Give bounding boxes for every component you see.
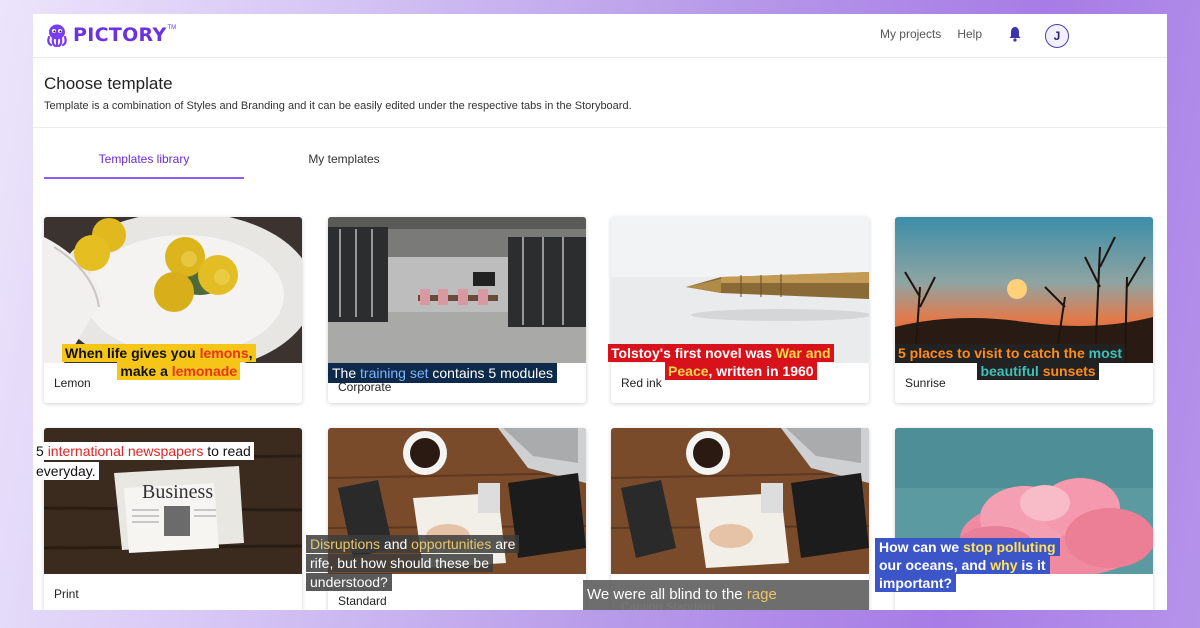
template-name: Caption Standard (621, 600, 715, 610)
caption-highlight: War and (775, 345, 831, 361)
caption-text: 5 places to visit to catch the (898, 345, 1089, 361)
template-name: Print (54, 587, 79, 601)
caption-highlight: training set (360, 365, 429, 381)
template-name: Corporate (338, 380, 392, 394)
top-bar: PICTORY TM My projects Help J (33, 14, 1167, 58)
template-card-print[interactable]: Business 5 international newspapers to r… (33, 428, 302, 610)
help-link[interactable]: Help (957, 27, 982, 41)
template-name: Lemon (54, 376, 91, 390)
caption-highlight: international newspapers (47, 443, 204, 459)
top-nav: My projects Help (880, 26, 1022, 42)
template-thumbnail (44, 217, 302, 363)
brand-name: PICTORY (73, 24, 167, 46)
caption-highlight: why (990, 557, 1018, 574)
template-card-caption-standard[interactable]: We were all blind to the rage Caption St… (583, 428, 869, 610)
caption-text: make a (120, 362, 172, 379)
app-window: PICTORY TM My projects Help J Choose tem… (33, 14, 1167, 610)
template-card-lemon[interactable]: When life gives you lemons, make a lemon… (44, 217, 302, 403)
template-name: Sunrise (905, 376, 946, 390)
page-header: Choose template Template is a combinatio… (33, 58, 1167, 128)
template-tabs: Templates library My templates (44, 144, 1144, 180)
caption-text: How can we (879, 539, 964, 555)
caption-highlight: Disruptions (310, 536, 381, 552)
caption-text: The (332, 365, 361, 381)
template-thumbnail (895, 217, 1153, 363)
caption-highlight: Peace (668, 362, 709, 379)
caption-text: rife, but how should these be (306, 553, 494, 572)
svg-text:Business: Business (142, 481, 213, 503)
template-card-red-ink[interactable]: Tolstoy's first novel was War and Peace,… (608, 217, 869, 403)
caption-highlight: lemons (199, 345, 249, 361)
template-thumbnail (611, 428, 869, 574)
my-projects-link[interactable]: My projects (880, 27, 941, 41)
template-name: Standard (338, 594, 387, 608)
page-title: Choose template (44, 74, 173, 93)
caption-highlight: most (1088, 345, 1123, 361)
caption-text: When life gives you (65, 345, 200, 361)
template-card-standard[interactable]: Disruptions and opportunities are rife, … (306, 428, 586, 610)
template-card-corporate[interactable]: The training set contains 5 modules Corp… (328, 217, 586, 403)
caption-preview: When life gives you lemons, make a lemon… (62, 344, 256, 380)
octopus-logo-icon (47, 24, 67, 48)
caption-text: , (248, 345, 253, 361)
caption-text: and (380, 536, 412, 552)
caption-text: 5 (36, 443, 48, 459)
caption-highlight: opportunities (411, 536, 492, 552)
caption-text: important? (875, 574, 957, 593)
caption-text: everyday. (33, 461, 99, 480)
caption-text: contains 5 modules (428, 365, 554, 381)
template-thumbnail (611, 217, 869, 363)
caption-preview: Tolstoy's first novel was War and Peace,… (608, 344, 834, 380)
caption-highlight: stop polluting (963, 539, 1056, 555)
caption-highlight: rage (746, 586, 777, 603)
brand-tm: TM (167, 25, 177, 31)
tab-templates-library[interactable]: Templates library (44, 152, 244, 166)
caption-preview: Disruptions and opportunities are rife, … (306, 535, 520, 592)
caption-preview: 5 places to visit to catch the most beau… (895, 344, 1126, 380)
caption-text: are (491, 536, 516, 552)
pictory-logo[interactable]: PICTORY TM (44, 22, 176, 48)
caption-text: our oceans, and (879, 557, 991, 574)
caption-highlight: sunsets (1042, 362, 1096, 379)
template-card-creative[interactable]: How can we stop polluting our oceans, an… (875, 428, 1153, 610)
caption-text: understood? (306, 572, 392, 591)
template-name: Red ink (621, 376, 662, 390)
caption-text: , written in 1960 (708, 362, 814, 379)
caption-highlight: beautiful (980, 362, 1039, 379)
tab-my-templates[interactable]: My templates (244, 152, 444, 166)
page-subtitle: Template is a combination of Styles and … (44, 100, 632, 112)
caption-text: Tolstoy's first novel was (611, 345, 776, 361)
caption-highlight: lemonade (171, 362, 238, 379)
avatar[interactable]: J (1045, 24, 1069, 48)
caption-preview: How can we stop polluting our oceans, an… (875, 538, 1060, 593)
bell-icon[interactable] (1008, 26, 1022, 42)
avatar-initial: J (1053, 29, 1061, 43)
template-thumbnail (328, 217, 586, 363)
caption-text: is it (1017, 557, 1046, 574)
caption-text: to read (203, 443, 251, 459)
template-card-sunrise[interactable]: 5 places to visit to catch the most beau… (895, 217, 1153, 403)
active-tab-indicator (44, 177, 244, 179)
caption-preview: 5 international newspapers to read every… (33, 442, 254, 481)
